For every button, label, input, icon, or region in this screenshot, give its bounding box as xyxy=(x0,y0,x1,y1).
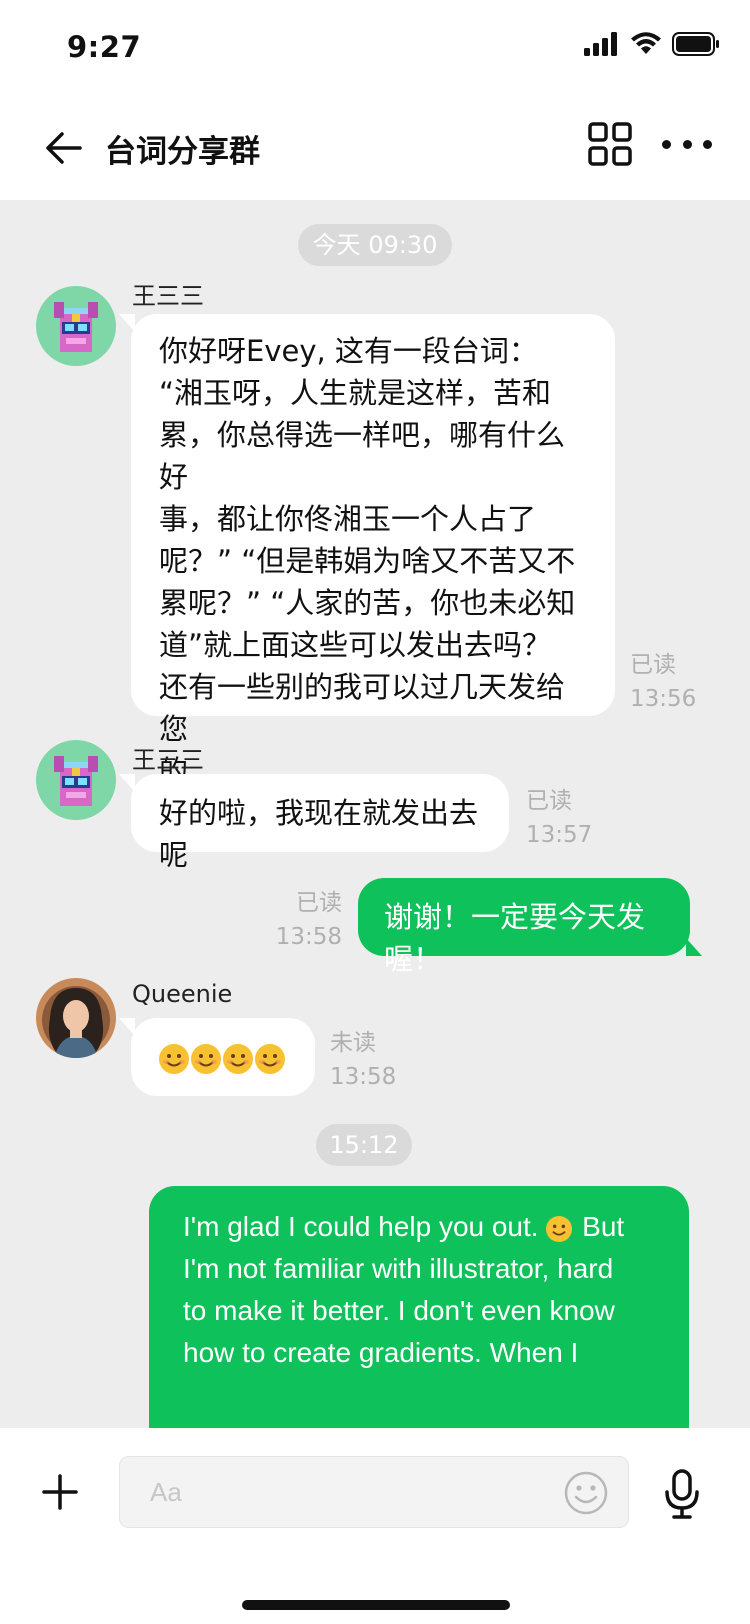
time-divider: 今天 09:30 xyxy=(298,224,452,266)
message-line: I'm glad I could help you out. But xyxy=(183,1206,669,1248)
more-dot-icon xyxy=(662,139,671,149)
more-options-button[interactable] xyxy=(662,120,712,168)
read-label: 已读 xyxy=(296,890,342,916)
group-menu-button[interactable] xyxy=(586,120,634,168)
message-line: 还有一些别的我可以过几天发给您 xyxy=(159,670,566,746)
message-bubble[interactable]: 你好呀Evey, 这有一段台词： “湘玉呀，人生就是这样，苦和 累，你总得选一样… xyxy=(119,314,615,788)
read-label: 已读 xyxy=(630,652,676,678)
add-attachment-button[interactable] xyxy=(40,1472,80,1512)
read-label: 已读 xyxy=(526,788,572,814)
status-time: 9:27 xyxy=(67,30,142,64)
emoji-row xyxy=(159,1036,297,1078)
smiling-face-emoji-icon xyxy=(255,1044,285,1074)
sender-name: Queenie xyxy=(132,980,233,1008)
message-line: 累呢？” “人家的苦，你也未必知 xyxy=(159,586,576,620)
pixel-robot-avatar-icon xyxy=(36,286,116,366)
smiling-face-emoji-icon xyxy=(191,1044,221,1074)
bubble-tail xyxy=(119,314,135,332)
arrow-left-icon xyxy=(46,132,82,164)
smiling-face-emoji-icon xyxy=(223,1044,253,1074)
message-input[interactable] xyxy=(119,1456,629,1528)
microphone-icon xyxy=(665,1469,699,1519)
message-line: how to create gradients. When I xyxy=(183,1337,579,1368)
message-time: 13:58 xyxy=(275,924,342,950)
more-dot-icon xyxy=(703,139,712,149)
message-time: 13:56 xyxy=(630,686,697,712)
sender-name: 王三三 xyxy=(132,746,204,774)
message-line: “湘玉呀，人生就是这样，苦和 xyxy=(159,376,552,410)
message-text-segment: I'm glad I could help you out. xyxy=(183,1211,539,1242)
input-bar xyxy=(0,1428,750,1624)
battery-icon xyxy=(672,32,719,56)
home-indicator[interactable] xyxy=(242,1600,510,1610)
message-bubble[interactable] xyxy=(119,1018,315,1096)
message-bubble[interactable]: I'm glad I could help you out. But I'm n… xyxy=(149,1186,689,1428)
message-time: 13:57 xyxy=(526,822,593,848)
wifi-icon xyxy=(631,32,661,54)
grid-icon xyxy=(588,122,632,166)
avatar-wangsansan[interactable] xyxy=(36,286,116,366)
voice-input-button[interactable] xyxy=(662,1468,702,1520)
status-icons xyxy=(584,32,720,56)
message-line: 事，都让你佟湘玉一个人占了 xyxy=(159,502,537,536)
plus-icon xyxy=(42,1474,78,1510)
bubble-tail xyxy=(119,1018,135,1036)
message-status: 已读 13:56 xyxy=(630,648,696,716)
emoji-button[interactable] xyxy=(563,1470,609,1516)
time-divider: 15:12 xyxy=(316,1124,412,1166)
avatar-queenie[interactable] xyxy=(36,978,116,1058)
status-bar: 9:27 xyxy=(0,0,750,98)
message-status: 已读 13:57 xyxy=(526,784,592,852)
chat-title: 台词分享群 xyxy=(105,134,260,170)
message-line: to make it better. I don't even know xyxy=(183,1295,615,1326)
more-dot-icon xyxy=(682,139,692,149)
smiling-face-emoji-icon xyxy=(546,1215,573,1242)
message-status: 未读 13:58 xyxy=(330,1026,396,1094)
message-time: 13:58 xyxy=(330,1064,397,1090)
chat-header: 台词分享群 xyxy=(0,98,750,200)
message-line: 累，你总得选一样吧，哪有什么好 xyxy=(159,418,566,494)
read-label: 未读 xyxy=(330,1030,376,1056)
woman-portrait-avatar-icon xyxy=(36,978,116,1058)
message-text: 好的啦，我现在就发出去呢 xyxy=(159,796,479,872)
bubble-tail xyxy=(686,938,702,956)
back-button[interactable] xyxy=(40,124,88,172)
message-line: 呢？” “但是韩娟为啥又不苦又不 xyxy=(159,544,576,578)
pixel-robot-avatar-icon xyxy=(36,740,116,820)
message-bubble[interactable]: 谢谢！一定要今天发喔！ xyxy=(358,878,702,976)
message-text: 谢谢！一定要今天发喔！ xyxy=(384,900,646,976)
message-text-segment: But xyxy=(582,1211,625,1242)
message-line: 道”就上面这些可以发出去吗？ xyxy=(159,628,552,662)
smiling-face-emoji-icon xyxy=(159,1044,189,1074)
message-bubble[interactable]: 好的啦，我现在就发出去呢 xyxy=(119,774,509,872)
message-status: 已读 13:58 xyxy=(262,886,342,954)
cellular-signal-icon xyxy=(584,32,617,56)
chat-area[interactable]: 今天 09:30 王三三 你好呀Evey, 这有一段台词： “湘玉呀，人生就是这… xyxy=(0,200,750,1428)
message-line: 你好呀Evey, 这有一段台词： xyxy=(159,334,538,368)
avatar-wangsansan[interactable] xyxy=(36,740,116,820)
sender-name: 王三三 xyxy=(132,282,204,310)
message-line: I'm not familiar with illustrator, hard xyxy=(183,1253,614,1284)
smiley-face-icon xyxy=(564,1471,608,1515)
bubble-tail xyxy=(119,774,135,792)
